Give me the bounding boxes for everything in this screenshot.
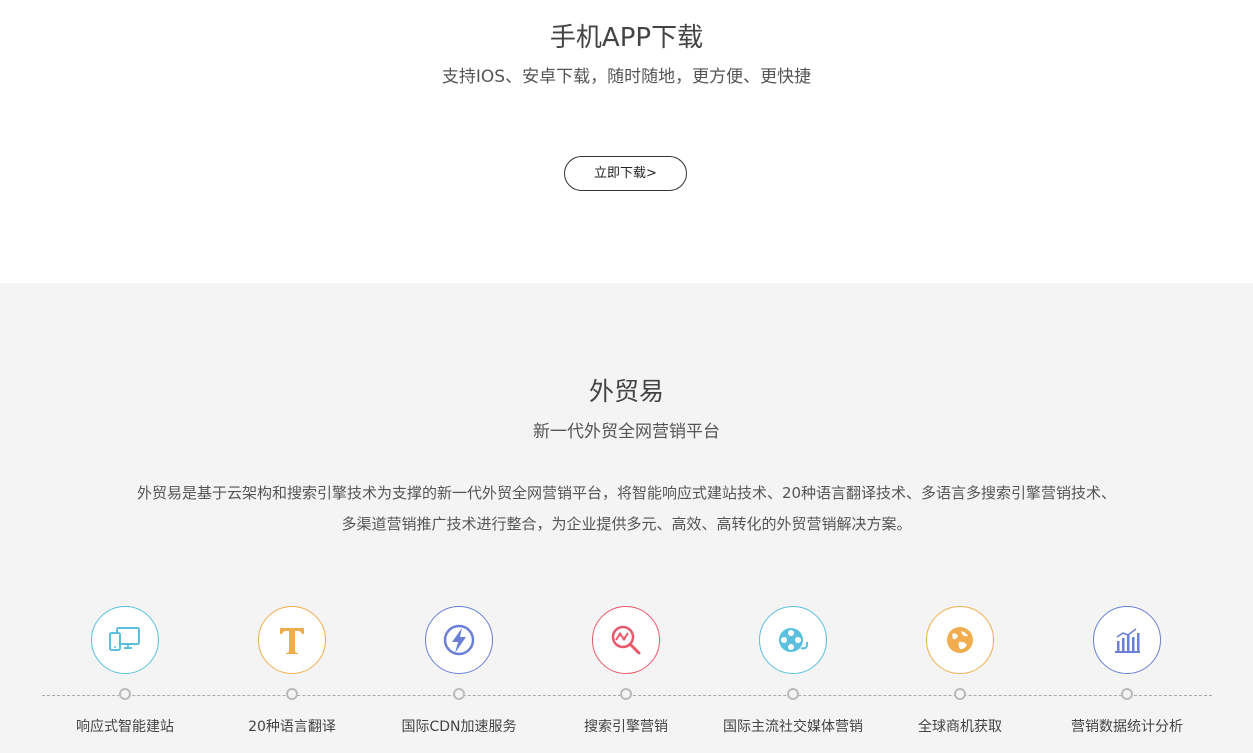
timeline-dot (119, 688, 131, 700)
responsive-devices-icon (109, 627, 140, 651)
app-download-subtitle: 支持IOS、安卓下载，随时随地，更方便、更快捷 (441, 67, 812, 87)
feature-cdn-acceleration[interactable]: 国际CDN加速服务 (370, 606, 550, 746)
feature-language-translation[interactable]: 20种语言翻译 (203, 606, 383, 746)
timeline-dot (1121, 688, 1133, 700)
feature-label: 全球商机获取 (918, 719, 1002, 735)
waimaoyi-subtitle: 新一代外贸全网营销平台 (533, 422, 720, 442)
feature-global-opportunities[interactable]: 全球商机获取 (871, 606, 1051, 746)
feature-search-engine-marketing[interactable]: 搜索引擎营销 (537, 606, 717, 746)
font-translate-icon (280, 628, 304, 654)
waimaoyi-section: 外贸易 新一代外贸全网营销平台 外贸易是基于云架构和搜索引擎技术为支撑的新一代外… (0, 283, 1253, 753)
feature-icon-circle[interactable] (258, 606, 326, 674)
feature-social-media-marketing[interactable]: 国际主流社交媒体营销 (704, 606, 884, 746)
feature-label: 国际CDN加速服务 (401, 719, 517, 735)
film-reel-icon (779, 628, 809, 652)
feature-label: 搜索引擎营销 (584, 719, 668, 735)
feature-responsive-site[interactable]: 响应式智能建站 (36, 606, 216, 746)
download-now-button[interactable]: 立即下载> (564, 156, 687, 191)
bar-chart-icon (1115, 628, 1140, 653)
app-download-title: 手机APP下载 (549, 23, 704, 53)
feature-label: 国际主流社交媒体营销 (723, 719, 863, 735)
feature-icon-circle[interactable] (91, 606, 159, 674)
timeline-dot (954, 688, 966, 700)
waimaoyi-title: 外贸易 (588, 377, 664, 406)
feature-icon-circle[interactable] (1093, 606, 1161, 674)
search-trend-icon (611, 625, 641, 655)
feature-icon-circle[interactable] (759, 606, 827, 674)
timeline-dot (620, 688, 632, 700)
timeline-dot (787, 688, 799, 700)
app-download-section: 手机APP下载 支持IOS、安卓下载，随时随地，更方便、更快捷 立即下载> (0, 0, 1253, 283)
feature-label: 响应式智能建站 (76, 719, 174, 735)
timeline-dot (286, 688, 298, 700)
waimaoyi-description: 外贸易是基于云架构和搜索引擎技术为支撑的新一代外贸全网营销平台，将智能响应式建站… (136, 484, 1117, 533)
feature-label: 20种语言翻译 (248, 719, 336, 735)
globe-icon (947, 627, 973, 653)
feature-icon-circle[interactable] (926, 606, 994, 674)
feature-icon-circle[interactable] (592, 606, 660, 674)
feature-data-analytics[interactable]: 营销数据统计分析 (1038, 606, 1218, 746)
feature-label: 营销数据统计分析 (1071, 719, 1183, 735)
timeline-dot (453, 688, 465, 700)
lightning-icon (443, 624, 475, 656)
feature-icon-circle[interactable] (425, 606, 493, 674)
